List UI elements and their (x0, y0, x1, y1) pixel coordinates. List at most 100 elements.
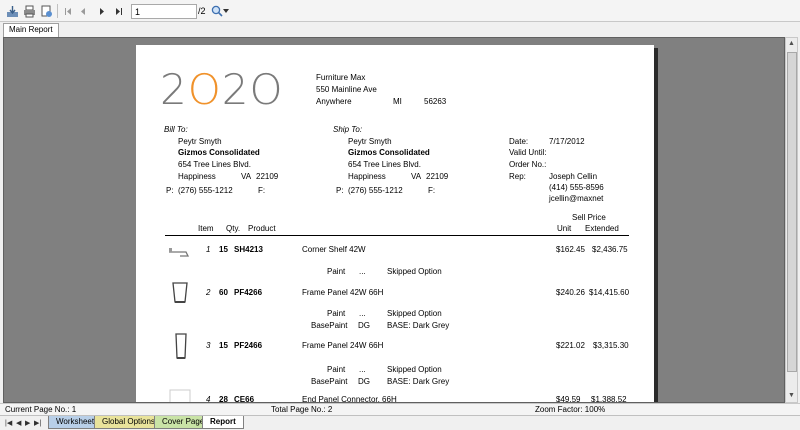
line-3-option-2-name: BasePaint (311, 377, 348, 386)
vendor-city: Anywhere (316, 97, 352, 106)
product-thumbnail (166, 388, 194, 402)
vertical-scrollbar[interactable]: ▲ ▼ (785, 37, 798, 403)
line-2-qty: 60 (219, 288, 228, 297)
previous-page-icon[interactable] (75, 3, 91, 19)
line-2-item: 2 (206, 288, 211, 297)
report-toolbar: /2 (0, 0, 800, 22)
sheet-tab-report[interactable]: Report (202, 416, 244, 429)
header-divider (165, 235, 629, 236)
zoom-dropdown-chevron-icon[interactable] (222, 3, 230, 19)
line-3-code: PF2466 (234, 341, 263, 350)
line-3-option-2-desc: BASE: Dark Grey (387, 377, 450, 386)
line-3-description: Frame Panel 24W 66H (302, 341, 384, 350)
page-total-label: /2 (198, 6, 206, 16)
product-thumbnail (166, 240, 194, 258)
product-column-header: Product (248, 224, 276, 233)
line-3-option-1-desc: Skipped Option (387, 365, 442, 374)
item-column-header: Item (198, 224, 214, 233)
export-icon[interactable] (4, 3, 20, 19)
line-2-option-1-name: Paint (327, 309, 346, 318)
rep-email: jcellin@maxnet (549, 194, 604, 203)
bill-to-zip: 22109 (256, 172, 279, 181)
vendor-street: 550 Mainline Ave (316, 85, 377, 94)
next-sheet-icon[interactable]: ▶ (25, 419, 30, 427)
vendor-state: MI (393, 97, 402, 106)
tab-main-report[interactable]: Main Report (3, 23, 59, 37)
extended-column-header: Extended (585, 224, 619, 233)
rep-label: Rep: (509, 172, 526, 181)
line-3-option-1-code: ... (359, 365, 366, 374)
line-3-option-1-name: Paint (327, 365, 346, 374)
line-1-description: Corner Shelf 42W (302, 245, 366, 254)
unit-column-header: Unit (557, 224, 572, 233)
print-icon[interactable] (21, 3, 37, 19)
line-2-option-2-name: BasePaint (311, 321, 348, 330)
bill-to-company: Gizmos Consolidated (178, 148, 260, 157)
bill-to-phone: (276) 555-1212 (178, 186, 233, 195)
line-3-option-2-code: DG (358, 377, 370, 386)
bill-to-contact: Peytr Smyth (178, 137, 222, 146)
report-viewport[interactable]: 2O2O Furniture Max 550 Mainline Ave Anyw… (3, 37, 785, 403)
date-label: Date: (509, 137, 529, 146)
line-1-code: SH4213 (234, 245, 263, 254)
ship-to-phone: (276) 555-1212 (348, 186, 403, 195)
current-page-status: Current Page No.: 1 (5, 405, 77, 414)
line-3-extended-price: $3,315.30 (593, 341, 629, 350)
first-page-icon[interactable] (60, 3, 76, 19)
sell-price-header: Sell Price (572, 213, 606, 222)
line-2-option-1-code: ... (359, 309, 366, 318)
line-1-item: 1 (206, 245, 211, 254)
bill-to-phone-label: P: (166, 186, 174, 195)
vendor-zip: 56263 (424, 97, 447, 106)
last-sheet-icon[interactable]: ▶| (34, 419, 41, 427)
first-sheet-icon[interactable]: |◀ (5, 419, 12, 427)
line-2-option-1-desc: Skipped Option (387, 309, 442, 318)
sheet-tab-bar: |◀ ◀ ▶ ▶| Worksheet Global Options Cover… (0, 415, 800, 430)
order-number-label: Order No.: (509, 160, 547, 169)
line-2-code: PF4266 (234, 288, 263, 297)
last-page-icon[interactable] (110, 3, 126, 19)
ship-to-heading: Ship To: (333, 125, 363, 134)
company-logo: 2O2O (160, 65, 284, 114)
ship-to-state: VA (411, 172, 422, 181)
date-value: 7/17/2012 (549, 137, 585, 146)
ship-to-phone-label: P: (336, 186, 344, 195)
line-1-qty: 15 (219, 245, 228, 254)
product-thumbnail (169, 280, 191, 306)
ship-to-zip: 22109 (426, 172, 449, 181)
line-4-extended-price: $1,388.52 (591, 395, 627, 403)
bill-to-street: 654 Tree Lines Blvd. (178, 160, 251, 169)
line-3-unit-price: $221.02 (556, 341, 585, 350)
sheet-tab-global-options[interactable]: Global Options (94, 416, 163, 429)
ship-to-contact: Peytr Smyth (348, 137, 392, 146)
total-pages-status: Total Page No.: 2 (271, 405, 333, 414)
bill-to-fax-label: F: (258, 186, 266, 195)
line-3-item: 3 (206, 341, 211, 350)
bill-to-state: VA (241, 172, 252, 181)
status-bar: Current Page No.: 1 Total Page No.: 2 Zo… (0, 403, 800, 415)
scroll-up-icon[interactable]: ▲ (786, 38, 797, 50)
previous-sheet-icon[interactable]: ◀ (16, 419, 21, 427)
rep-phone: (414) 555-8596 (549, 183, 604, 192)
page-setup-icon[interactable] (38, 3, 54, 19)
line-3-qty: 15 (219, 341, 228, 350)
ship-to-city: Happiness (348, 172, 386, 181)
line-2-option-2-desc: BASE: Dark Grey (387, 321, 450, 330)
line-2-unit-price: $240.26 (556, 288, 585, 297)
line-2-extended-price: $14,415.60 (589, 288, 630, 297)
page-number-input[interactable] (131, 4, 197, 19)
line-2-description: Frame Panel 42W 66H (302, 288, 384, 297)
line-4-item: 4 (206, 395, 211, 403)
scroll-down-icon[interactable]: ▼ (786, 390, 797, 402)
line-1-unit-price: $162.45 (556, 245, 585, 254)
ship-to-street: 654 Tree Lines Blvd. (348, 160, 421, 169)
scrollbar-thumb[interactable] (787, 52, 797, 372)
next-page-icon[interactable] (93, 3, 109, 19)
report-page: 2O2O Furniture Max 550 Mainline Ave Anyw… (136, 45, 654, 403)
ship-to-fax-label: F: (428, 186, 436, 195)
ship-to-company: Gizmos Consolidated (348, 148, 430, 157)
line-1-extended-price: $2,436.75 (592, 245, 628, 254)
line-1-option-code: ... (359, 267, 366, 276)
line-2-option-2-code: DG (358, 321, 370, 330)
line-4-code: CE66 (234, 395, 255, 403)
